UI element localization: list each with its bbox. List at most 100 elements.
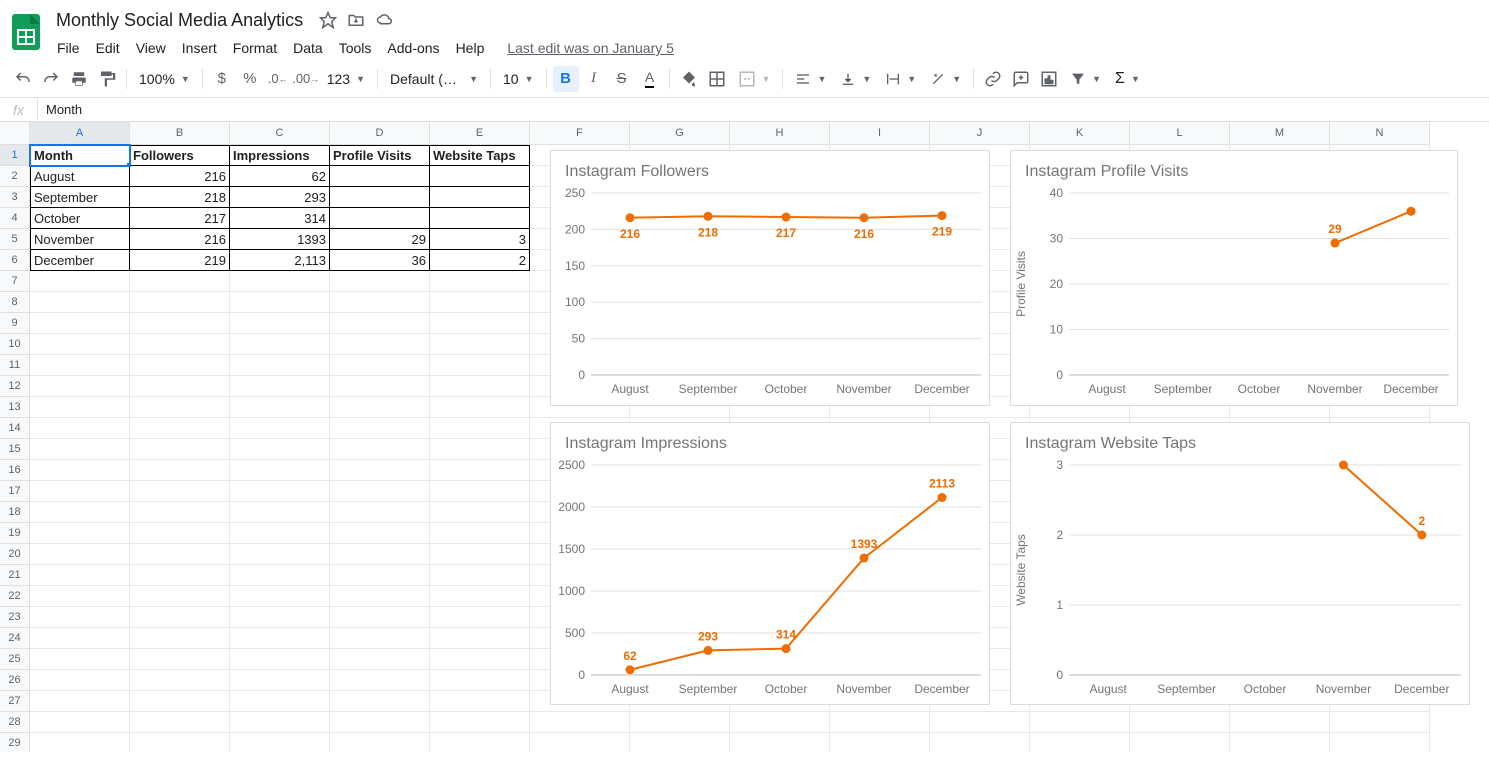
cell[interactable] (430, 418, 530, 439)
row-header[interactable]: 22 (0, 586, 30, 607)
cell[interactable] (30, 271, 130, 292)
row-header[interactable]: 19 (0, 523, 30, 544)
row-header[interactable]: 6 (0, 250, 30, 271)
cell[interactable] (430, 670, 530, 691)
cell[interactable] (430, 355, 530, 376)
cell[interactable] (130, 271, 230, 292)
cell[interactable] (130, 607, 230, 628)
cell[interactable] (1330, 712, 1430, 733)
cell[interactable]: Month (30, 145, 130, 166)
cell[interactable] (130, 418, 230, 439)
cell[interactable] (130, 628, 230, 649)
col-header[interactable]: C (230, 122, 330, 145)
cell[interactable] (930, 712, 1030, 733)
cell[interactable] (430, 166, 530, 187)
cell[interactable] (230, 607, 330, 628)
chart-followers[interactable]: Instagram Followers 050100150200250Augus… (550, 150, 990, 406)
cell[interactable] (30, 607, 130, 628)
cell[interactable] (430, 271, 530, 292)
undo-button[interactable] (10, 66, 36, 92)
numfmt-combo[interactable]: 123▼ (321, 66, 371, 92)
chart-website-taps[interactable]: Instagram Website Taps 0123AugustSeptemb… (1010, 422, 1470, 705)
cell[interactable]: Website Taps (430, 145, 530, 166)
cell[interactable] (330, 565, 430, 586)
row-header[interactable]: 8 (0, 292, 30, 313)
move-icon[interactable] (347, 11, 365, 29)
row-header[interactable]: 18 (0, 502, 30, 523)
menu-addons[interactable]: Add-ons (380, 36, 446, 60)
menu-file[interactable]: File (50, 36, 87, 60)
col-header[interactable]: M (1230, 122, 1330, 145)
cell[interactable] (1130, 733, 1230, 752)
cell[interactable] (330, 691, 430, 712)
cell[interactable] (330, 355, 430, 376)
cell[interactable] (330, 166, 430, 187)
cell[interactable] (330, 460, 430, 481)
chart-button[interactable] (1036, 66, 1062, 92)
col-header[interactable]: I (830, 122, 930, 145)
cell[interactable] (330, 586, 430, 607)
cell[interactable] (1230, 712, 1330, 733)
cell[interactable] (330, 628, 430, 649)
cell[interactable] (130, 691, 230, 712)
col-header[interactable]: K (1030, 122, 1130, 145)
print-button[interactable] (66, 66, 92, 92)
cell[interactable]: 218 (130, 187, 230, 208)
valign-button[interactable]: ▼ (834, 66, 877, 92)
percent-button[interactable]: % (237, 66, 263, 92)
cell[interactable]: 29 (330, 229, 430, 250)
row-header[interactable]: 14 (0, 418, 30, 439)
cell[interactable]: 293 (230, 187, 330, 208)
cell[interactable] (1230, 733, 1330, 752)
cell[interactable]: 217 (130, 208, 230, 229)
cell[interactable] (230, 292, 330, 313)
filter-button[interactable]: ▼ (1064, 66, 1107, 92)
cell[interactable] (130, 313, 230, 334)
cell[interactable]: November (30, 229, 130, 250)
row-header[interactable]: 21 (0, 565, 30, 586)
cell[interactable] (30, 418, 130, 439)
col-header[interactable]: A (30, 122, 130, 145)
cell[interactable]: 3 (430, 229, 530, 250)
cell[interactable]: Profile Visits (330, 145, 430, 166)
cell[interactable] (430, 376, 530, 397)
last-edit-link[interactable]: Last edit was on January 5 (507, 40, 674, 56)
cell[interactable] (330, 208, 430, 229)
row-header[interactable]: 16 (0, 460, 30, 481)
cell[interactable] (130, 376, 230, 397)
cell[interactable] (30, 628, 130, 649)
row-header[interactable]: 28 (0, 712, 30, 733)
cell[interactable] (230, 544, 330, 565)
cell[interactable] (430, 565, 530, 586)
cell[interactable] (30, 712, 130, 733)
row-header[interactable]: 2 (0, 166, 30, 187)
cell[interactable] (130, 439, 230, 460)
cell[interactable] (30, 523, 130, 544)
cloud-icon[interactable] (375, 11, 395, 29)
cell[interactable] (230, 502, 330, 523)
cell[interactable] (430, 334, 530, 355)
row-header[interactable]: 4 (0, 208, 30, 229)
cell[interactable] (130, 649, 230, 670)
cell[interactable] (430, 481, 530, 502)
col-header[interactable]: G (630, 122, 730, 145)
cell[interactable] (30, 586, 130, 607)
cell[interactable] (230, 439, 330, 460)
cell[interactable] (430, 691, 530, 712)
cell[interactable] (330, 376, 430, 397)
doc-title[interactable]: Monthly Social Media Analytics (50, 9, 309, 32)
cell[interactable] (430, 292, 530, 313)
row-header[interactable]: 7 (0, 271, 30, 292)
cell[interactable] (30, 397, 130, 418)
cell[interactable] (330, 292, 430, 313)
cell[interactable] (230, 460, 330, 481)
cell[interactable] (130, 712, 230, 733)
cell[interactable] (230, 523, 330, 544)
paint-format-button[interactable] (94, 66, 120, 92)
cell[interactable] (130, 670, 230, 691)
cell[interactable] (30, 544, 130, 565)
cell[interactable] (330, 544, 430, 565)
cell[interactable] (330, 439, 430, 460)
star-icon[interactable] (319, 11, 337, 29)
cell[interactable] (30, 502, 130, 523)
